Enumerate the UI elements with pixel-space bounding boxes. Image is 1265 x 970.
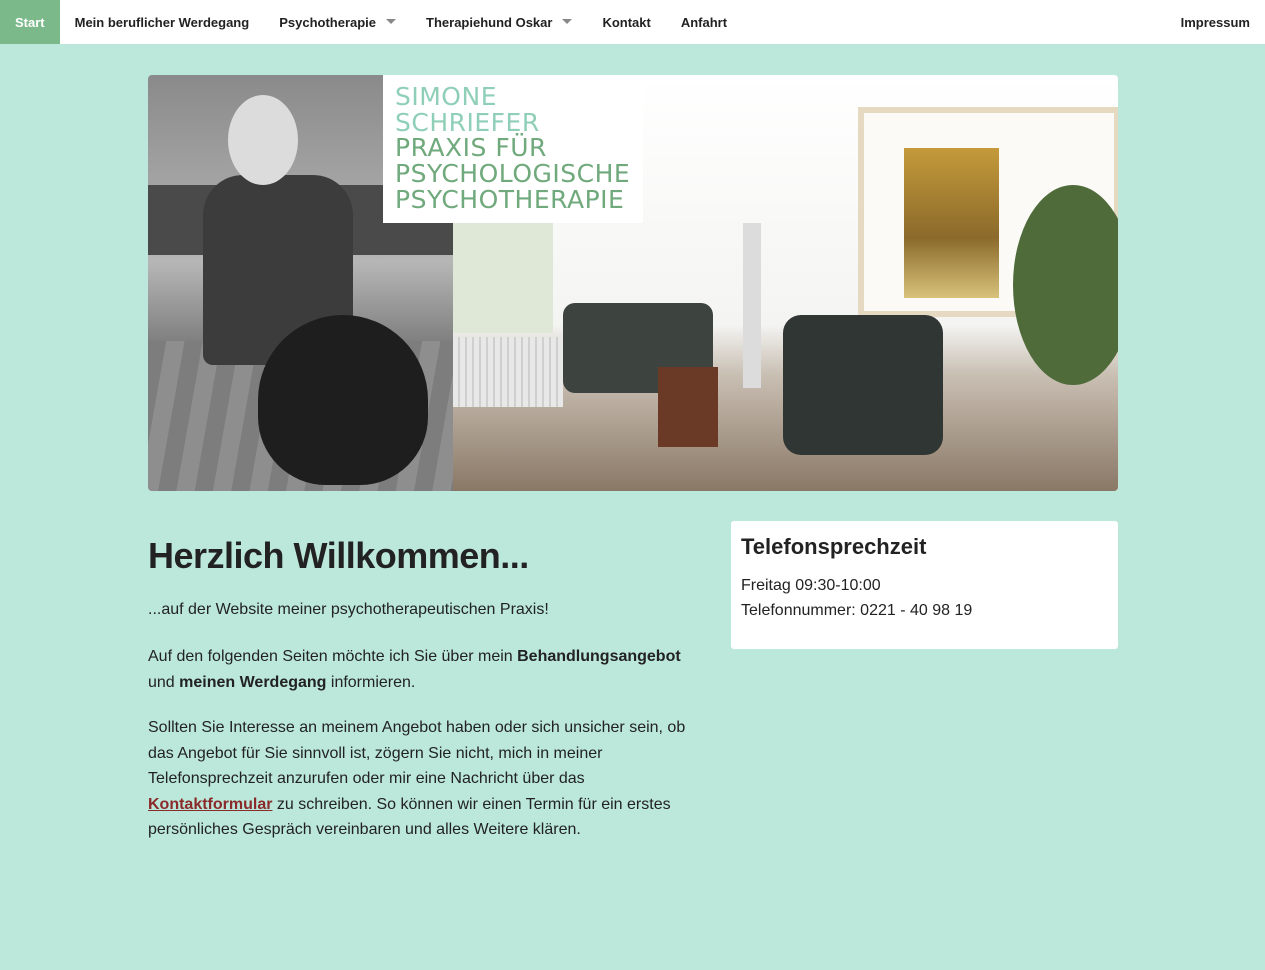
logo-line-1: SIMONE: [395, 82, 497, 111]
nav-kontakt[interactable]: Kontakt: [587, 0, 665, 44]
phone-hours-title: Telefonsprechzeit: [741, 534, 927, 559]
contact-text-1: Sollten Sie Interesse an meinem Angebot …: [148, 719, 686, 787]
nav-kontakt-label: Kontakt: [602, 14, 651, 30]
practice-logo: SIMONE SCHRIEFER PRAXIS FÜR PSYCHOLOGISC…: [383, 75, 643, 223]
offer-text-1: Auf den folgenden Seiten möchte ich Sie …: [148, 648, 518, 665]
phone-hours-card: Telefonsprechzeit Freitag 09:30-10:00 Te…: [731, 521, 1118, 649]
main-nav: Start Mein beruflicher Werdegang Psychot…: [0, 0, 742, 44]
top-navigation-bar: Start Mein beruflicher Werdegang Psychot…: [0, 0, 1265, 44]
intro-paragraph: ...auf der Website meiner psychotherapeu…: [148, 601, 549, 618]
nav-therapiehund[interactable]: Therapiehund Oskar: [411, 0, 587, 44]
phone-hours-time: Freitag 09:30-10:00: [741, 577, 881, 594]
offer-bold-2: meinen Werdegang: [179, 673, 327, 691]
artwork-painting: [904, 148, 999, 298]
nav-impressum-label: Impressum: [1180, 14, 1250, 30]
photo-dog-shape: [258, 315, 428, 485]
offer-bold-1: Behandlungsangebot: [517, 648, 681, 665]
room-lamp: [743, 223, 761, 388]
nav-anfahrt[interactable]: Anfahrt: [666, 0, 742, 44]
room-side-table: [658, 367, 718, 447]
nav-psychotherapie-label: Psychotherapie: [279, 14, 377, 30]
room-armchair: [783, 315, 943, 455]
offer-text-3: informieren.: [326, 673, 416, 691]
nav-psychotherapie[interactable]: Psychotherapie: [264, 0, 411, 44]
logo-line-4: PSYCHOLOGISCHE: [395, 159, 631, 188]
caret-down-icon: [386, 18, 397, 24]
contact-paragraph: Sollten Sie Interesse an meinem Angebot …: [148, 715, 698, 843]
photo-person-head: [228, 95, 298, 185]
room-radiator: [453, 337, 563, 407]
caret-down-icon: [562, 18, 573, 24]
nav-werdegang[interactable]: Mein beruflicher Werdegang: [60, 0, 265, 44]
nav-start[interactable]: Start: [0, 0, 60, 44]
hero-banner: SIMONE SCHRIEFER PRAXIS FÜR PSYCHOLOGISC…: [148, 75, 1118, 491]
kontaktformular-link[interactable]: Kontaktformular: [148, 796, 272, 813]
page-title: Herzlich Willkommen...: [148, 535, 529, 576]
logo-line-3: PRAXIS FÜR: [395, 133, 547, 162]
nav-start-label: Start: [15, 14, 45, 30]
phone-number: Telefonnummer: 0221 - 40 98 19: [741, 602, 973, 619]
offer-text-2: und: [148, 673, 180, 691]
room-window: [453, 223, 553, 333]
room-plant: [1013, 185, 1118, 385]
logo-line-5: PSYCHOTHERAPIE: [395, 185, 625, 214]
nav-werdegang-label: Mein beruflicher Werdegang: [74, 14, 250, 30]
nav-therapiehund-label: Therapiehund Oskar: [426, 14, 553, 30]
nav-anfahrt-label: Anfahrt: [680, 14, 728, 30]
offer-paragraph: Auf den folgenden Seiten möchte ich Sie …: [148, 644, 698, 695]
nav-impressum[interactable]: Impressum: [1166, 0, 1265, 44]
